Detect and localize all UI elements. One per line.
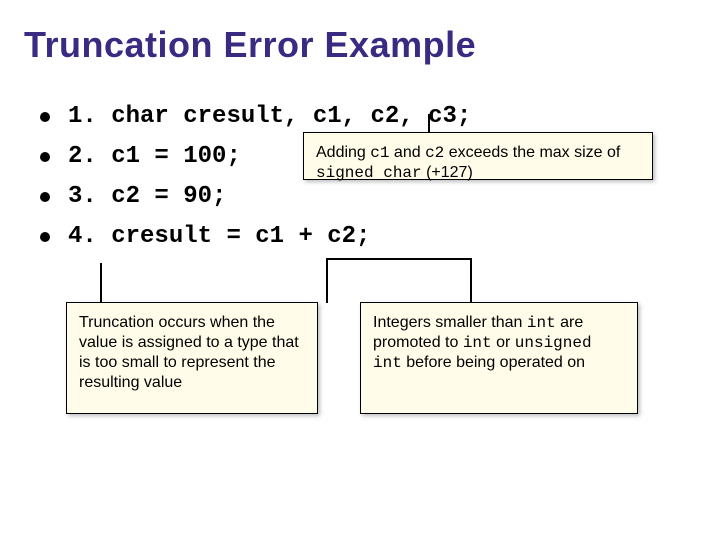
- code-inline: c2: [425, 144, 444, 162]
- callout-connector: [326, 258, 472, 260]
- callout-text: or: [492, 334, 515, 351]
- callout-text: exceeds the max size of: [444, 144, 620, 161]
- bullet-icon: [40, 192, 50, 202]
- callout-text: Adding: [316, 144, 370, 161]
- slide: Truncation Error Example 1. char cresult…: [0, 0, 720, 540]
- code-inline: int: [527, 314, 556, 332]
- callout-connector: [326, 258, 328, 303]
- callout-text: (+127): [422, 164, 473, 181]
- bullet-icon: [40, 112, 50, 122]
- list-item: 3. c2 = 90;: [40, 180, 680, 214]
- code-text: cresult = c1 + c2;: [111, 220, 370, 254]
- callout-promotion: Integers smaller than int are promoted t…: [360, 302, 638, 414]
- code-inline: signed char: [316, 164, 422, 182]
- callout-connector: [100, 263, 102, 303]
- bullet-icon: [40, 232, 50, 242]
- code-text: c2 = 90;: [111, 180, 226, 214]
- callout-text: Truncation occurs when the value is assi…: [79, 314, 299, 391]
- line-number: 3.: [68, 180, 111, 214]
- line-number: 2.: [68, 140, 111, 174]
- bullet-icon: [40, 152, 50, 162]
- callout-text: Integers smaller than: [373, 314, 527, 331]
- list-item: 1. char cresult, c1, c2, c3;: [40, 100, 680, 134]
- code-text: c1 = 100;: [111, 140, 241, 174]
- callout-connector: [428, 114, 430, 132]
- callout-overflow: Adding c1 and c2 exceeds the max size of…: [303, 132, 653, 180]
- code-text: char cresult, c1, c2, c3;: [111, 100, 471, 134]
- callout-truncation: Truncation occurs when the value is assi…: [66, 302, 318, 414]
- code-inline: int: [463, 334, 492, 352]
- callout-text: before being operated on: [402, 354, 585, 371]
- line-number: 4.: [68, 220, 111, 254]
- line-number: 1.: [68, 100, 111, 134]
- code-inline: c1: [370, 144, 389, 162]
- list-item: 4. cresult = c1 + c2;: [40, 220, 680, 254]
- callout-text: and: [389, 144, 425, 161]
- slide-title: Truncation Error Example: [24, 24, 476, 66]
- callout-connector: [470, 258, 472, 303]
